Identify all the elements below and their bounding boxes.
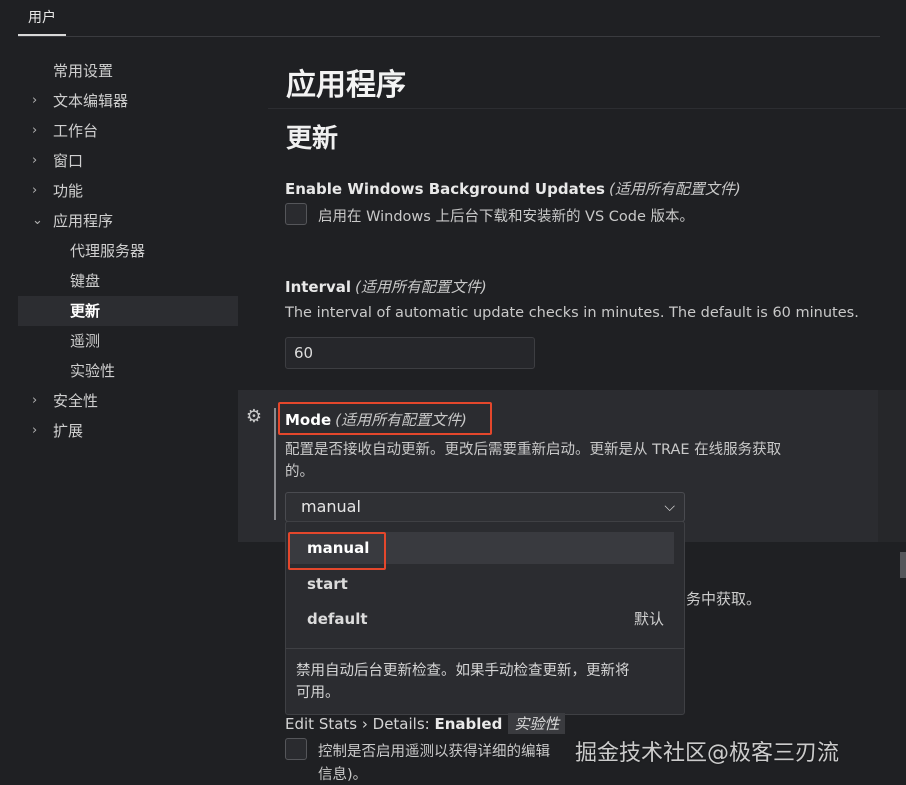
tree-item-label: 扩展	[53, 422, 84, 440]
tree-item-label: 功能	[53, 182, 84, 200]
setting-desc-interval: The interval of automatic update checks …	[285, 305, 859, 321]
tree-item-telemetry[interactable]: 遥测	[18, 326, 238, 356]
tab-divider	[18, 36, 880, 37]
tree-item-features[interactable]: › 功能	[18, 176, 238, 206]
scrollbar-track	[878, 390, 906, 542]
setting-title-bg-updates: Enable Windows Background Updates (适用所有配置…	[285, 178, 741, 199]
tree-item-application[interactable]: ⌄ 应用程序	[18, 206, 238, 236]
chevron-right-icon: ›	[32, 123, 38, 138]
setting-scope: (适用所有配置文件)	[608, 180, 741, 198]
experimental-badge: 实验性	[508, 713, 566, 734]
section-title: 应用程序	[286, 68, 406, 103]
setting-name: Enable Windows Background Updates	[285, 180, 605, 198]
tree-item-experimental[interactable]: 实验性	[18, 356, 238, 386]
hidden-setting-desc: 务中获取。	[686, 590, 762, 608]
setting-value: Enabled	[434, 715, 503, 733]
option-description-line1: 禁用自动后台更新检查。如果手动检查更新，更新将	[296, 663, 630, 679]
tree-item-label: 键盘	[70, 272, 101, 290]
chevron-right-icon: ›	[32, 183, 38, 198]
edit-stats-checkbox[interactable]	[285, 738, 307, 760]
option-start[interactable]: start	[290, 568, 674, 600]
tree-item-label: 窗口	[53, 152, 84, 170]
tree-item-extensions[interactable]: › 扩展	[18, 416, 238, 446]
gear-icon[interactable]: ⚙	[243, 406, 265, 428]
tree-item-update[interactable]: 更新	[18, 296, 238, 326]
chevron-down-icon: ⌵	[664, 499, 675, 515]
tree-item-label: 工作台	[53, 122, 99, 140]
tree-item-common[interactable]: 常用设置	[18, 56, 238, 86]
tree-item-label: 遥测	[70, 332, 101, 350]
setting-title-edit-stats: Edit Stats › Details: Enabled 实验性	[285, 713, 566, 734]
highlight-box-manual	[288, 532, 386, 570]
tree-item-keyboard[interactable]: 键盘	[18, 266, 238, 296]
setting-desc-mode-line1: 配置是否接收自动更新。更改后需要重新启动。更新是从 TRAE 在线服务获取	[285, 442, 782, 458]
focus-indicator	[274, 408, 276, 520]
tree-item-workbench[interactable]: › 工作台	[18, 116, 238, 146]
highlight-box-mode	[278, 402, 492, 435]
scrollbar-thumb[interactable]	[900, 552, 906, 578]
tree-item-text-editor[interactable]: › 文本编辑器	[18, 86, 238, 116]
tree-item-label: 应用程序	[53, 212, 114, 230]
chevron-right-icon: ›	[32, 153, 38, 168]
tree-item-security[interactable]: › 安全性	[18, 386, 238, 416]
setting-title-interval: Interval (适用所有配置文件)	[285, 276, 487, 297]
setting-name: Edit Stats › Details:	[285, 715, 435, 733]
default-tag: 默认	[633, 610, 664, 628]
option-default[interactable]: default 默认	[290, 603, 674, 635]
option-description: 禁用自动后台更新检查。如果手动检查更新，更新将 可用。	[296, 660, 676, 704]
option-label: default	[307, 610, 368, 628]
subsection-title: 更新	[286, 124, 339, 154]
tree-item-label: 更新	[70, 302, 101, 320]
chevron-right-icon: ›	[32, 393, 38, 408]
setting-scope: (适用所有配置文件)	[355, 278, 487, 296]
dropdown-divider	[286, 648, 684, 649]
tree-item-label: 常用设置	[53, 62, 114, 80]
chevron-right-icon: ›	[32, 423, 38, 438]
watermark: 掘金技术社区@极客三刃流	[575, 741, 840, 766]
setting-desc-edit-stats-line2: 信息)。	[318, 767, 368, 783]
option-label: start	[307, 575, 348, 593]
bg-updates-checkbox[interactable]	[285, 203, 307, 225]
tree-item-label: 安全性	[53, 392, 99, 410]
settings-tree: 常用设置 › 文本编辑器 › 工作台 › 窗口 › 功能 ⌄ 应用程序 代理服务器 键盘 …	[18, 56, 238, 446]
tab-user[interactable]: 用户	[18, 6, 66, 36]
tree-item-label: 文本编辑器	[53, 92, 129, 110]
setting-desc-mode-line2: 的。	[285, 464, 314, 480]
select-value: manual	[301, 497, 361, 516]
option-description-line2: 可用。	[296, 685, 340, 701]
setting-desc-edit-stats-line1: 控制是否启用遥测以获得详细的编辑	[318, 744, 550, 760]
mode-select[interactable]: manual ⌵	[285, 492, 685, 522]
chevron-down-icon: ⌄	[32, 213, 43, 228]
tree-item-label: 实验性	[70, 362, 116, 380]
title-divider	[268, 108, 906, 109]
tree-item-window[interactable]: › 窗口	[18, 146, 238, 176]
settings-tab-bar: 用户	[0, 0, 906, 38]
chevron-right-icon: ›	[32, 93, 38, 108]
setting-desc-bg-updates: 启用在 Windows 上后台下载和安装新的 VS Code 版本。	[318, 209, 695, 225]
interval-input[interactable]: 60	[285, 337, 535, 369]
tree-item-proxy[interactable]: 代理服务器	[18, 236, 238, 266]
tree-item-label: 代理服务器	[70, 242, 146, 260]
setting-name: Interval	[285, 278, 352, 296]
settings-main: 应用程序 更新 Enable Windows Background Update…	[238, 40, 906, 785]
